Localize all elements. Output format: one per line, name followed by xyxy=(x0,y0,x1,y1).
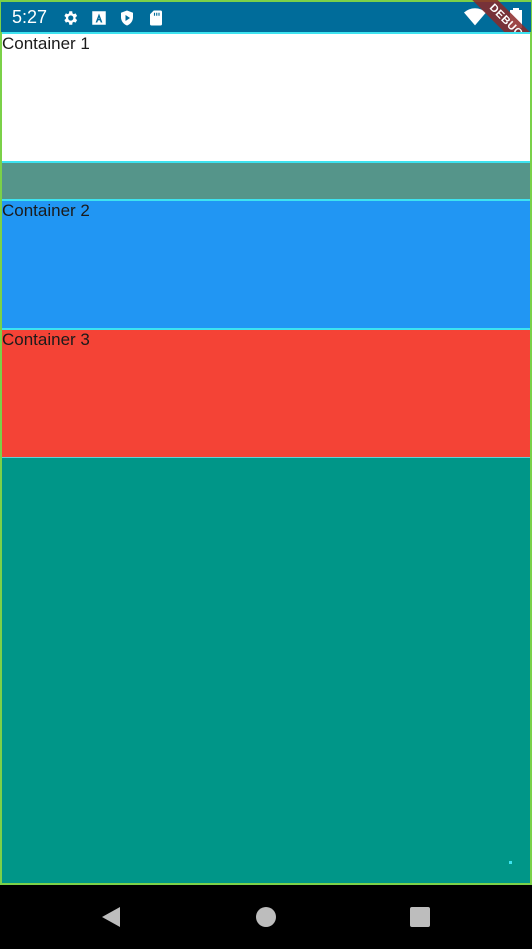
container-1-label: Container 1 xyxy=(2,34,90,53)
corner-dot xyxy=(509,861,512,864)
status-bar: 5:27 DEBUG xyxy=(0,0,532,67)
navigation-bar xyxy=(0,885,532,949)
back-icon[interactable] xyxy=(100,905,124,929)
recents-icon[interactable] xyxy=(408,905,432,929)
container-1: Container 1 xyxy=(2,32,530,161)
spacer-band xyxy=(2,161,530,199)
gear-icon xyxy=(64,11,78,25)
container-3: Container 3 xyxy=(2,328,530,457)
bottom-area xyxy=(2,457,530,883)
play-shield-icon xyxy=(121,10,133,26)
content-area: Container 1 Container 2 Container 3 xyxy=(0,32,532,885)
status-time: 5:27 xyxy=(12,7,48,27)
home-icon[interactable] xyxy=(254,905,278,929)
a-icon xyxy=(92,11,106,25)
container-3-label: Container 3 xyxy=(2,330,90,349)
container-2-label: Container 2 xyxy=(2,201,90,220)
sd-card-icon xyxy=(150,10,162,26)
container-2: Container 2 xyxy=(2,199,530,328)
